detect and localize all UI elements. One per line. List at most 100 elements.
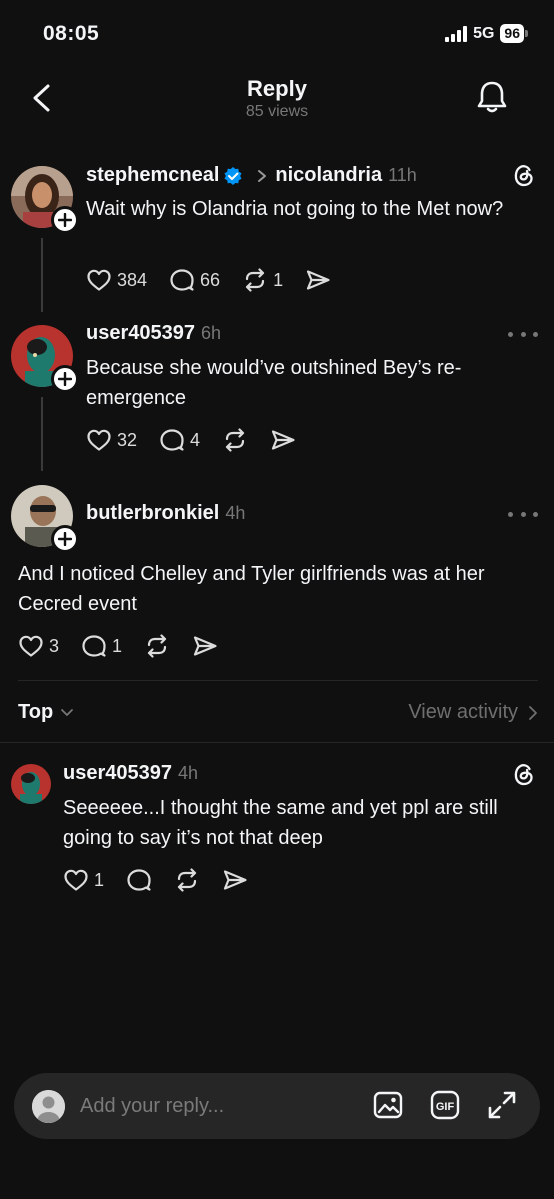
like-count: 1 [94, 869, 105, 890]
heart-icon [64, 869, 88, 891]
user-avatar [32, 1090, 65, 1123]
reply-input[interactable] [80, 1091, 340, 1121]
like-count: 384 [117, 269, 148, 290]
network-label: 5G [473, 24, 495, 42]
threads-logo-icon[interactable] [510, 760, 538, 788]
battery-level: 96 [500, 24, 524, 43]
verified-badge-icon [224, 166, 242, 185]
username[interactable]: user405397 [63, 762, 172, 785]
repost-icon [147, 634, 167, 658]
status-bar: 08:05 5G 96 [0, 0, 554, 70]
repost-icon [225, 428, 245, 452]
comment-count: 4 [190, 429, 201, 450]
reply-to-username[interactable]: nicolandria [275, 164, 382, 187]
expand-icon[interactable] [486, 1089, 518, 1121]
follow-button[interactable] [51, 206, 79, 234]
repost-button[interactable] [222, 428, 248, 452]
status-time: 08:05 [43, 22, 100, 45]
chevron-right-icon [258, 169, 267, 182]
comment-icon [127, 869, 151, 891]
comment-count: 66 [200, 269, 221, 290]
post-actions: 32 4 [86, 428, 318, 452]
repost-button[interactable] [144, 634, 170, 658]
like-button[interactable]: 3 [18, 634, 59, 658]
page-title: Reply [247, 76, 307, 101]
follow-button[interactable] [51, 365, 79, 393]
heart-icon [19, 635, 43, 657]
username[interactable]: butlerbronkiel [86, 502, 219, 525]
repost-icon [177, 868, 197, 892]
share-button[interactable] [192, 634, 218, 658]
post-time: 4h [177, 763, 199, 783]
post-time: 11h [388, 165, 417, 185]
reply-text: Seeeeee...I thought the same and yet ppl… [63, 797, 498, 849]
like-button[interactable]: 32 [86, 428, 137, 452]
more-icon[interactable] [508, 509, 538, 519]
comment-button[interactable] [126, 868, 152, 892]
username[interactable]: user405397 [86, 322, 195, 345]
sort-dropdown[interactable]: Top [18, 701, 75, 724]
battery-icon: 96 [500, 24, 528, 43]
post-text: Wait why is Olandria not going to the Me… [86, 198, 504, 220]
image-icon[interactable] [372, 1089, 404, 1121]
nav-bar: Reply 85 views [0, 70, 554, 130]
sort-row: Top View activity [18, 680, 538, 742]
comment-icon [82, 635, 106, 657]
reply-composer: GIF [14, 1073, 540, 1139]
plus-icon [58, 532, 72, 546]
view-activity-link[interactable]: View activity [408, 701, 538, 724]
avatar[interactable] [11, 764, 51, 804]
repost-button[interactable] [174, 868, 200, 892]
post-text: And I noticed Chelley and Tyler girlfrie… [18, 563, 485, 615]
sort-label: Top [18, 701, 54, 723]
post-actions: 3 1 [18, 634, 240, 658]
share-icon [193, 636, 217, 656]
svg-text:GIF: GIF [436, 1101, 455, 1113]
username[interactable]: stephemcneal [86, 164, 219, 187]
post-header: stephemcneal nicolandria 11h [86, 164, 417, 187]
bell-icon [477, 81, 507, 113]
thread-connector [41, 238, 43, 312]
post-text: Because she would’ve outshined Bey’s re-… [86, 357, 462, 409]
like-button[interactable]: 1 [63, 868, 104, 892]
share-icon [271, 430, 295, 450]
reply-header: user405397 4h [63, 762, 198, 785]
status-indicators: 5G 96 [445, 24, 528, 43]
view-count: 85 views [245, 103, 309, 120]
plus-icon [58, 213, 72, 227]
repost-icon [245, 268, 265, 292]
heart-icon [87, 269, 111, 291]
view-activity-label: View activity [408, 701, 518, 723]
repost-count: 1 [273, 269, 284, 290]
heart-icon [87, 429, 111, 451]
share-icon [306, 270, 330, 290]
like-button[interactable]: 384 [86, 268, 147, 292]
comment-button[interactable]: 66 [169, 268, 220, 292]
composer-tools: GIF [372, 1089, 518, 1121]
comment-count: 1 [112, 635, 123, 656]
share-button[interactable] [222, 868, 248, 892]
chevron-down-icon [61, 708, 74, 716]
like-count: 32 [117, 429, 138, 450]
repost-button[interactable]: 1 [242, 268, 283, 292]
share-icon [223, 870, 247, 890]
follow-button[interactable] [51, 525, 79, 553]
chevron-right-icon [529, 705, 537, 720]
share-button[interactable] [305, 268, 331, 292]
comment-button[interactable]: 1 [81, 634, 122, 658]
notification-button[interactable] [474, 78, 510, 116]
plus-icon [58, 372, 72, 386]
post-header: user405397 6h [86, 322, 221, 345]
divider [0, 742, 554, 743]
gif-icon[interactable]: GIF [429, 1089, 461, 1121]
post-time: 6h [200, 323, 222, 343]
more-icon[interactable] [508, 329, 538, 339]
comment-button[interactable]: 4 [159, 428, 200, 452]
reply-actions: 1 [63, 868, 270, 892]
comment-icon [160, 429, 184, 451]
post-header: butlerbronkiel 4h [86, 502, 245, 525]
like-count: 3 [49, 635, 60, 656]
thread-connector [41, 397, 43, 471]
share-button[interactable] [270, 428, 296, 452]
threads-logo-icon[interactable] [510, 161, 538, 189]
